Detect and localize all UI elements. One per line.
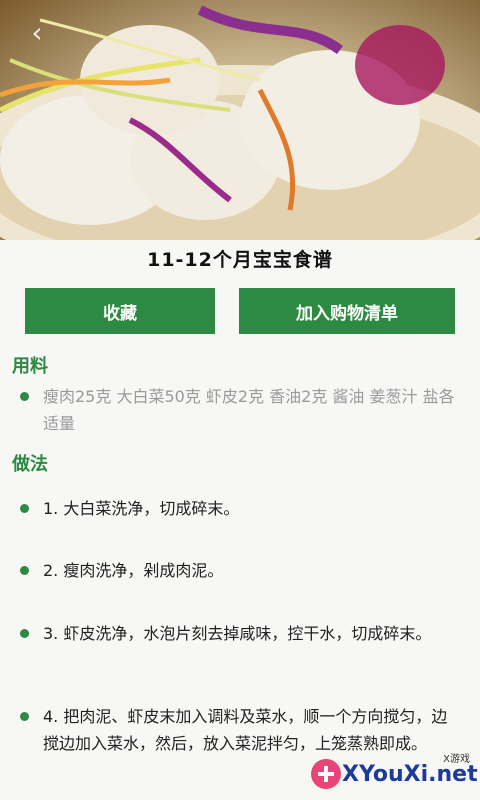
step-bullet — [20, 712, 29, 721]
step-item: 2. 瘦肉洗净，剁成肉泥。 — [43, 561, 224, 580]
watermark-logo-icon — [311, 759, 341, 789]
watermark: X游戏 XYouXi.net — [308, 748, 480, 800]
step-bullet — [20, 504, 29, 513]
dish-photo — [0, 5, 480, 240]
ingredients-heading: 用料 — [12, 356, 48, 377]
step-item: 3. 虾皮洗净，水泡片刻去掉咸味，控干水，切成碎末。 — [43, 624, 432, 643]
watermark-text: XYouXi.net — [342, 762, 478, 787]
recipe-hero-image: ‹ — [0, 0, 480, 240]
favorite-button[interactable]: 收藏 — [25, 288, 215, 334]
page-title: 11-12个月宝宝食谱 — [147, 249, 333, 271]
chevron-left-icon: ‹ — [31, 16, 43, 49]
method-heading: 做法 — [12, 454, 48, 475]
ingredients-text: 瘦肉25克 大白菜50克 虾皮2克 香油2克 酱油 姜葱汁 盐各适量 — [43, 387, 455, 433]
ingredients-bullet — [20, 392, 29, 401]
step-bullet — [20, 629, 29, 638]
add-to-shopping-list-button[interactable]: 加入购物清单 — [239, 288, 455, 334]
step-item: 1. 大白菜洗净，切成碎末。 — [43, 499, 240, 518]
step-bullet — [20, 566, 29, 575]
back-button[interactable]: ‹ — [22, 18, 52, 48]
